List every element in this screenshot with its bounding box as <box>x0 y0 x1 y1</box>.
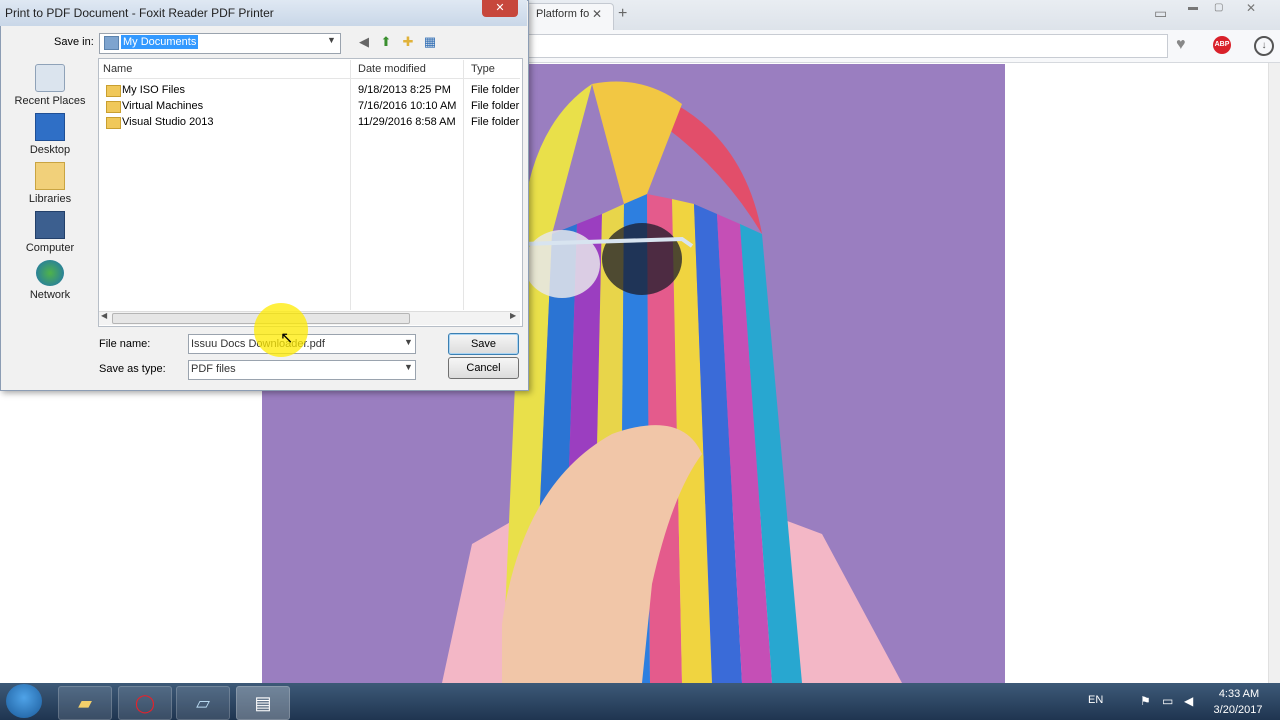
place-label: Desktop <box>29 144 71 156</box>
file-date: 7/16/2016 10:10 AM <box>358 100 457 112</box>
close-tab-icon[interactable]: ✕ <box>592 7 602 21</box>
volume-icon[interactable]: ◀ <box>1184 694 1193 708</box>
foxit-icon: ▤ <box>254 693 272 713</box>
desktop-icon <box>35 113 65 141</box>
folder-icon <box>106 117 121 129</box>
up-folder-icon[interactable]: ⬆ <box>377 33 395 51</box>
taskbar-explorer[interactable]: ▰ <box>58 686 112 720</box>
start-button[interactable] <box>6 684 42 718</box>
clock-date[interactable]: 3/20/2017 <box>1208 704 1268 716</box>
place-network[interactable]: Network <box>5 260 95 301</box>
download-icon[interactable]: ↓ <box>1254 36 1274 56</box>
scroll-right-icon[interactable]: ▶ <box>510 311 516 320</box>
save-button[interactable]: Save <box>448 333 519 355</box>
save-in-label: Save in: <box>54 36 94 48</box>
heart-icon[interactable]: ♥ <box>1176 36 1186 54</box>
chevron-down-icon[interactable]: ▼ <box>327 35 336 45</box>
place-desktop[interactable]: Desktop <box>5 113 95 156</box>
header-divider <box>99 78 520 79</box>
folder-icon <box>104 36 119 50</box>
file-type: File folder <box>471 84 520 96</box>
place-libraries[interactable]: Libraries <box>5 162 95 205</box>
column-header-type[interactable]: Type <box>471 63 495 75</box>
file-type: File folder <box>471 100 520 112</box>
mouse-cursor-icon: ↖ <box>280 330 294 347</box>
opera-icon: ◯ <box>134 693 156 713</box>
libraries-icon <box>35 162 65 190</box>
address-bar[interactable] <box>526 34 1168 58</box>
column-header-date[interactable]: Date modified <box>358 63 426 75</box>
chevron-down-icon[interactable]: ▼ <box>404 337 413 347</box>
language-indicator[interactable]: EN <box>1088 694 1103 706</box>
window-close-icon[interactable]: ✕ <box>1246 1 1256 15</box>
file-row[interactable]: Virtual Machines 7/16/2016 10:10 AM File… <box>103 99 523 115</box>
tab-menu-icon[interactable]: ▭ <box>1154 5 1167 22</box>
file-name-label: File name: <box>99 338 151 350</box>
save-as-type-value[interactable]: PDF files <box>191 363 236 375</box>
action-center-icon[interactable]: ⚑ <box>1140 694 1151 708</box>
taskbar-notepad[interactable]: ▱ <box>176 686 230 720</box>
back-icon[interactable]: ◀ <box>355 33 373 51</box>
place-label: Libraries <box>28 193 72 205</box>
new-tab-button[interactable]: + <box>618 5 627 23</box>
recent-places-icon <box>35 64 65 92</box>
file-row[interactable]: Visual Studio 2013 11/29/2016 8:58 AM Fi… <box>103 115 523 131</box>
minimize-icon[interactable]: ▬ <box>1188 2 1198 13</box>
file-name: Virtual Machines <box>122 100 204 112</box>
network-tray-icon[interactable]: ▭ <box>1162 694 1173 708</box>
chevron-down-icon[interactable]: ▼ <box>404 362 413 372</box>
views-menu-icon[interactable]: ▦ <box>421 33 439 51</box>
file-date: 11/29/2016 8:58 AM <box>358 116 456 128</box>
place-label: Recent Places <box>14 95 86 107</box>
notepad-icon: ▱ <box>196 693 210 713</box>
place-recent-places[interactable]: Recent Places <box>5 64 95 107</box>
place-computer[interactable]: Computer <box>5 211 95 254</box>
folder-icon <box>106 101 121 113</box>
network-icon <box>36 260 64 286</box>
clock-time[interactable]: 4:33 AM <box>1214 688 1264 700</box>
save-in-value[interactable]: My Documents <box>121 35 199 49</box>
browser-tab-title[interactable]: Platform fo <box>536 8 589 20</box>
dialog-title: Print to PDF Document - Foxit Reader PDF… <box>5 6 274 20</box>
save-as-type-label: Save as type: <box>99 363 166 375</box>
new-folder-icon[interactable]: ✚ <box>399 33 417 51</box>
folder-icon: ▰ <box>78 693 92 713</box>
column-header-name[interactable]: Name <box>103 63 132 75</box>
taskbar-opera[interactable]: ◯ <box>118 686 172 720</box>
scroll-left-icon[interactable]: ◀ <box>101 311 107 320</box>
folder-icon <box>106 85 121 97</box>
file-date: 9/18/2013 8:25 PM <box>358 84 451 96</box>
adblock-icon[interactable]: ABP <box>1213 36 1231 54</box>
place-label: Computer <box>25 242 75 254</box>
file-type: File folder <box>471 116 520 128</box>
place-label: Network <box>29 289 71 301</box>
file-row[interactable]: My ISO Files 9/18/2013 8:25 PM File fold… <box>103 83 523 99</box>
dialog-close-button[interactable]: ✕ <box>482 0 518 17</box>
maximize-icon[interactable]: ▢ <box>1214 2 1223 13</box>
taskbar-foxit[interactable]: ▤ <box>236 686 290 720</box>
computer-icon <box>35 211 65 239</box>
file-name: Visual Studio 2013 <box>122 116 214 128</box>
page-scrollbar[interactable] <box>1268 63 1280 683</box>
cancel-button[interactable]: Cancel <box>448 357 519 379</box>
file-name: My ISO Files <box>122 84 185 96</box>
